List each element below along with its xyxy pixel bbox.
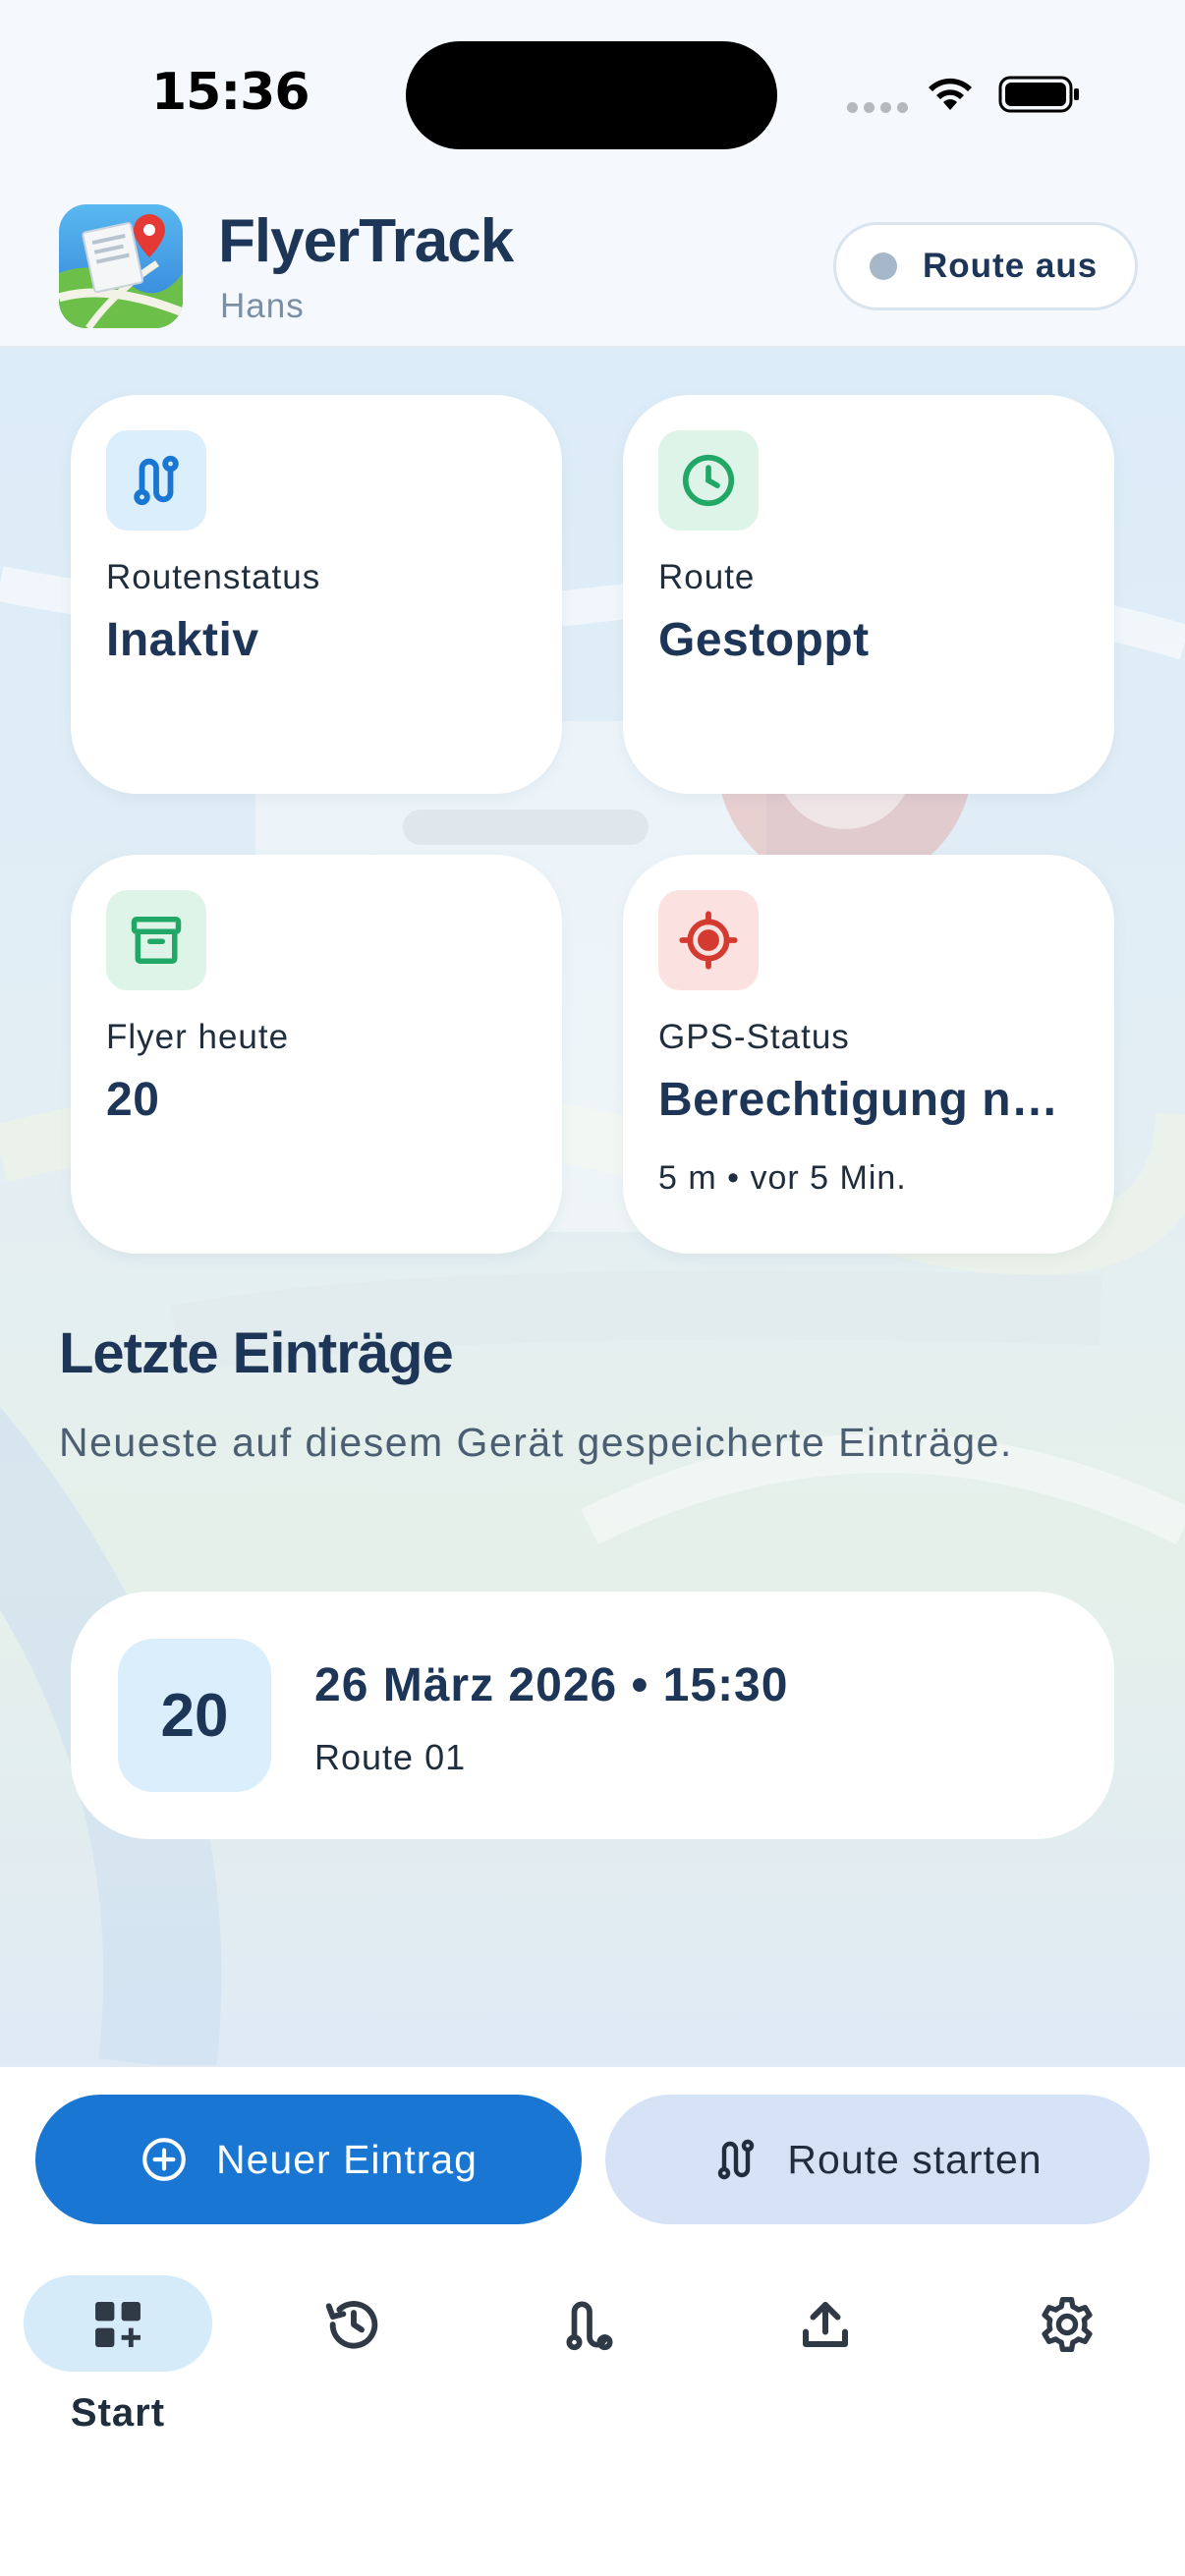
tab-start-label: Start	[70, 2391, 166, 2435]
card-icon-bg	[658, 890, 759, 990]
status-dot-icon	[870, 252, 897, 280]
clock-icon	[682, 454, 735, 507]
tab-route[interactable]	[495, 2275, 684, 2374]
signal-icon	[847, 102, 908, 113]
route-status-pill[interactable]: Route aus	[833, 222, 1138, 310]
recent-entries-title: Letzte Einträge	[59, 1321, 454, 1385]
plus-circle-icon	[142, 2138, 186, 2181]
status-bar: 15:36	[0, 0, 1185, 187]
app-title: FlyerTrack	[218, 207, 514, 275]
card-label: Route	[658, 558, 756, 596]
new-entry-label: Neuer Eintrag	[216, 2136, 478, 2182]
entry-datetime: 26 März 2026 • 15:30	[314, 1659, 789, 1711]
upload-icon	[803, 2302, 848, 2347]
user-name: Hans	[220, 287, 305, 325]
dynamic-island	[406, 41, 777, 149]
card-label: GPS-Status	[658, 1018, 850, 1056]
tab-start[interactable]	[24, 2275, 212, 2374]
card-subtext: 5 m • vor 5 Min.	[658, 1159, 907, 1197]
card-label: Routenstatus	[106, 558, 321, 596]
wifi-icon	[929, 78, 972, 110]
gear-icon	[1042, 2297, 1093, 2352]
route-status-card[interactable]: Routenstatus Inaktiv	[71, 395, 562, 794]
card-label: Flyer heute	[106, 1018, 290, 1056]
card-value: Inaktiv	[106, 614, 259, 666]
card-value: 20	[106, 1074, 160, 1126]
action-bar: Neuer Eintrag Route starten	[0, 2065, 1185, 2232]
bottom-tab-bar: Start	[0, 2232, 1185, 2576]
app-header: FlyerTrack Hans Route aus	[0, 187, 1185, 348]
entry-count-badge: 20	[118, 1639, 271, 1792]
route-icon	[566, 2301, 613, 2351]
tab-settings[interactable]	[973, 2275, 1161, 2374]
route-card[interactable]: Route Gestoppt	[623, 395, 1114, 794]
card-icon-bg	[658, 430, 759, 531]
app-logo	[59, 204, 183, 328]
start-route-label: Route starten	[787, 2136, 1043, 2182]
route-status-label: Route aus	[923, 247, 1099, 285]
main-content: Routenstatus Inaktiv Route Gestoppt Flye…	[0, 348, 1185, 2065]
card-icon-bg	[106, 430, 206, 531]
gps-status-card[interactable]: GPS-Status Berechtigung n… 5 m • vor 5 M…	[623, 855, 1114, 1254]
status-time: 15:36	[151, 63, 310, 122]
route-icon	[134, 455, 179, 506]
battery-icon	[998, 76, 1079, 113]
entry-item[interactable]: 20 26 März 2026 • 15:30 Route 01	[71, 1592, 1114, 1839]
entry-route-name: Route 01	[314, 1737, 467, 1777]
dashboard-add-icon	[95, 2302, 141, 2347]
card-value: Berechtigung n…	[658, 1074, 1059, 1126]
archive-icon	[131, 917, 182, 964]
history-icon	[325, 2301, 378, 2349]
tab-history[interactable]	[259, 2275, 448, 2374]
flyers-today-card[interactable]: Flyer heute 20	[71, 855, 562, 1254]
start-route-button[interactable]: Route starten	[605, 2095, 1150, 2224]
gps-target-icon	[679, 911, 738, 970]
route-icon	[718, 2139, 755, 2180]
new-entry-button[interactable]: Neuer Eintrag	[35, 2095, 582, 2224]
card-icon-bg	[106, 890, 206, 990]
card-value: Gestoppt	[658, 614, 870, 666]
tab-upload[interactable]	[731, 2275, 920, 2374]
recent-entries-subtitle: Neueste auf diesem Gerät gespeicherte Ei…	[59, 1420, 1013, 1465]
